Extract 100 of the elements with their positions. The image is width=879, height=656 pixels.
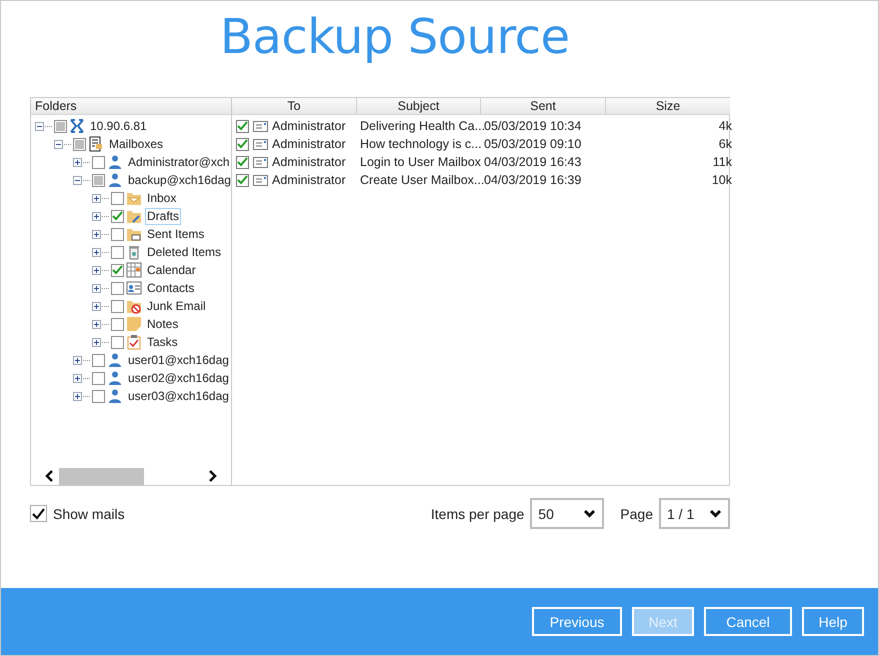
tree-item[interactable]: Sent Items [145, 226, 206, 242]
user-icon [107, 370, 123, 386]
checkbox-label: Show mails [53, 506, 125, 522]
checkbox[interactable] [111, 336, 124, 348]
table-cell-text: 10k [710, 173, 732, 187]
table-cell-text: Administrator [272, 155, 347, 169]
checkbox[interactable] [111, 318, 124, 330]
tree-item[interactable]: backup@xch16dag [126, 172, 231, 188]
contact-card-icon [126, 280, 142, 296]
tree-item[interactable]: Calendar [145, 262, 198, 278]
expand-icon[interactable] [73, 356, 82, 364]
folder-icon [126, 190, 142, 206]
tree-item[interactable]: user03@xch16dag [126, 388, 231, 404]
table-cell-text: 05/03/2019 09:10 [484, 137, 582, 151]
tree-item[interactable]: 10.90.6.81 [88, 118, 149, 134]
expand-icon[interactable] [92, 320, 101, 328]
collapse-icon[interactable] [54, 140, 63, 148]
tree-item[interactable]: Tasks [145, 334, 180, 350]
expand-icon[interactable] [92, 212, 101, 220]
checkbox[interactable] [236, 174, 249, 186]
tree-item[interactable]: Mailboxes [107, 136, 166, 152]
chevron-down-icon [709, 509, 722, 518]
checkbox[interactable] [111, 300, 124, 312]
mail-icon [253, 120, 268, 132]
checkbox[interactable] [236, 156, 249, 168]
checkbox[interactable] [111, 228, 124, 240]
checkbox[interactable] [92, 156, 105, 168]
expand-icon[interactable] [92, 284, 101, 292]
table-cell-text: 11k [712, 155, 732, 169]
table-cell-text: Administrator [272, 119, 347, 133]
column-header[interactable]: Sent [481, 98, 606, 115]
tree-item[interactable]: Inbox [145, 190, 178, 206]
tree-item[interactable]: user02@xch16dag [126, 370, 231, 386]
expand-icon[interactable] [92, 230, 101, 238]
checkbox[interactable] [92, 390, 105, 402]
checkbox[interactable] [92, 354, 105, 366]
scroll-left-icon[interactable] [45, 470, 55, 482]
tree-item[interactable]: user01@xch16dag [126, 352, 231, 368]
mail-icon [253, 174, 268, 186]
trash-icon [126, 244, 142, 260]
expand-icon[interactable] [73, 374, 82, 382]
column-header[interactable]: Size [606, 98, 730, 115]
user-icon [107, 352, 123, 368]
checkbox[interactable] [236, 138, 249, 150]
network-icon [69, 118, 85, 134]
calendar-icon [126, 262, 142, 278]
checkbox[interactable] [30, 505, 47, 522]
page-label: Page [620, 506, 653, 522]
page-dropdown[interactable]: 1 / 1 [659, 498, 730, 529]
table-cell-text: 4k [718, 119, 732, 133]
table-cell: Delivering Health Ca... [360, 119, 484, 133]
column-header[interactable]: To [232, 98, 357, 115]
column-header[interactable]: Subject [357, 98, 481, 115]
note-icon [126, 316, 142, 332]
table-cell-text: 04/03/2019 16:39 [484, 173, 582, 187]
checkbox[interactable] [236, 120, 249, 132]
page-title: Backup Source [220, 9, 570, 65]
scrollbar-thumb[interactable] [59, 468, 144, 484]
table-cell-text: 6k [718, 137, 732, 151]
checkbox[interactable] [111, 264, 124, 276]
checkbox[interactable] [111, 246, 124, 258]
expand-icon[interactable] [92, 194, 101, 202]
collapse-icon[interactable] [73, 176, 82, 184]
table-cell-text: Login to User Mailbox [360, 155, 482, 169]
mail-icon [253, 156, 268, 168]
expand-icon[interactable] [92, 248, 101, 256]
checkbox[interactable] [92, 372, 105, 384]
expand-icon[interactable] [73, 392, 82, 400]
table-cell-text: Administrator [272, 173, 347, 187]
expand-icon[interactable] [92, 338, 101, 346]
checkbox[interactable] [111, 192, 124, 204]
checkbox[interactable] [111, 282, 124, 294]
collapse-icon[interactable] [35, 122, 44, 130]
table-cell-text: 05/03/2019 10:34 [484, 119, 582, 133]
user-icon [107, 154, 123, 170]
column-header: Folders [31, 98, 231, 115]
scroll-right-icon[interactable] [207, 470, 217, 482]
tree-item[interactable]: Junk Email [145, 298, 208, 314]
mailbox-icon [88, 136, 104, 152]
tree-item[interactable]: Administrator@xch [126, 154, 231, 170]
tree-item[interactable]: Contacts [145, 280, 196, 296]
mail-icon [253, 138, 268, 150]
table-cell: Create User Mailbox... [360, 173, 484, 187]
junk-folder-icon [126, 298, 142, 314]
table-cell-text: Administrator [272, 137, 347, 151]
items-per-page-label: Items per page [430, 506, 524, 522]
expand-icon[interactable] [73, 158, 82, 166]
user-icon [107, 388, 123, 404]
checkbox[interactable] [111, 210, 124, 222]
table-cell-text: How technology is c... [360, 137, 483, 151]
expand-icon[interactable] [92, 302, 101, 310]
user-icon [107, 172, 123, 188]
folder-icon [126, 226, 142, 242]
tree-item[interactable]: Drafts [145, 208, 182, 224]
expand-icon[interactable] [92, 266, 101, 274]
tree-item[interactable]: Deleted Items [145, 244, 224, 260]
table-cell-text: 04/03/2019 16:43 [484, 155, 582, 169]
items-per-page-dropdown[interactable]: 50 [530, 498, 604, 529]
folder-pencil-icon [126, 208, 142, 224]
tree-item[interactable]: Notes [145, 316, 180, 332]
